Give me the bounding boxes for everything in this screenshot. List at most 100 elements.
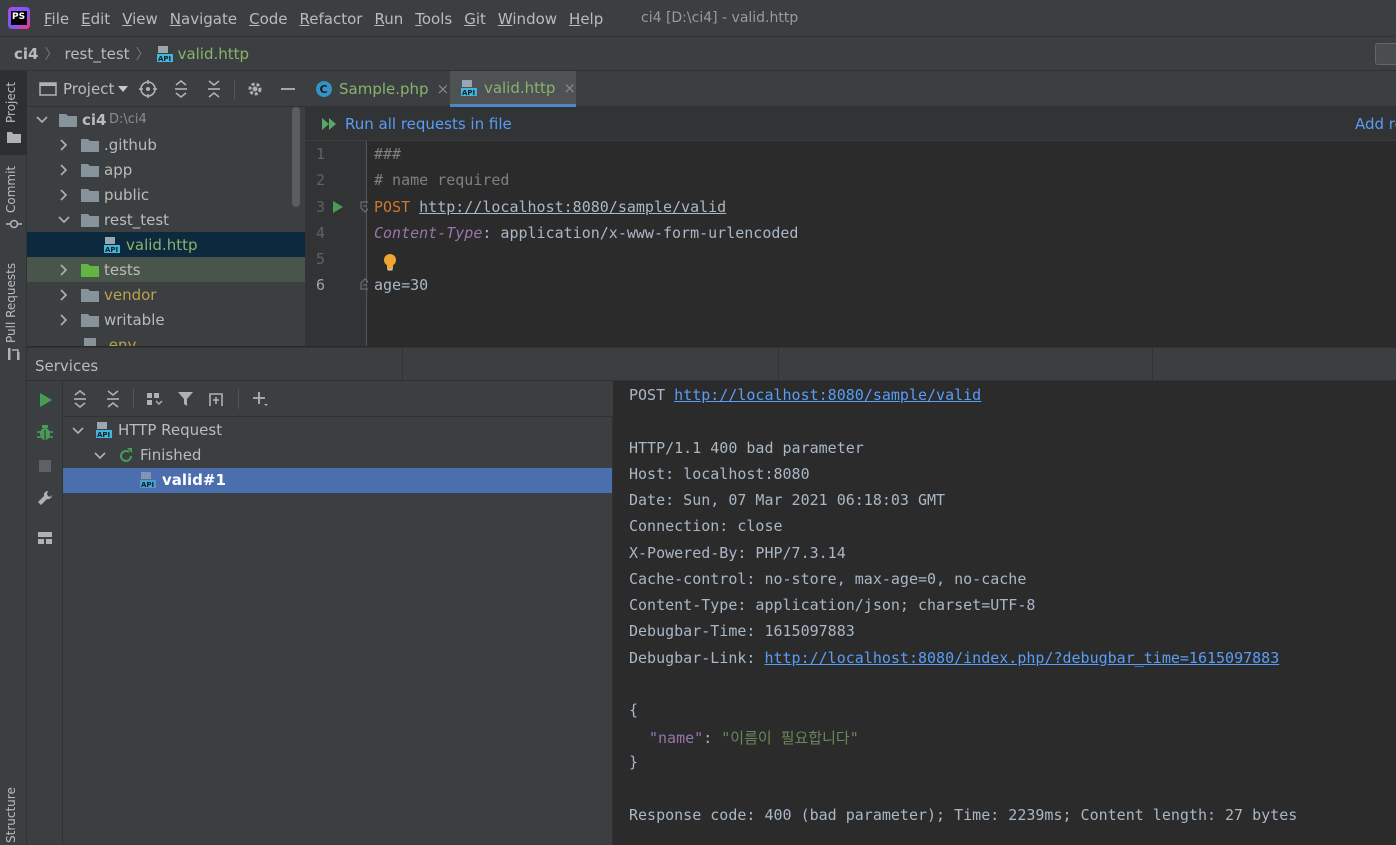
menu-edit[interactable]: Edit [81,10,110,28]
tree-label: valid#1 [162,471,226,489]
chevron-right-icon[interactable] [58,289,70,301]
chevron-down-icon[interactable] [94,450,106,462]
close-icon[interactable]: × [437,80,450,98]
header-divider [778,348,779,382]
tree-item-selected[interactable]: API valid.http [27,232,305,257]
services-node-finished[interactable]: Finished [63,443,612,468]
stop-icon[interactable] [36,457,54,475]
run-icon[interactable] [36,391,54,409]
chevron-down-icon[interactable] [36,114,48,126]
request-url-link[interactable]: http://localhost:8080/sample/valid [674,386,981,404]
http-method: POST [374,198,411,216]
menu-help[interactable]: Help [569,10,603,28]
code-line: Content-Type: application/x-www-form-url… [374,224,798,242]
run-all-icon [322,118,336,130]
group-by-icon[interactable] [145,390,163,408]
breadcrumb-project[interactable]: ci4 [14,45,38,63]
tree-item[interactable]: .github [27,132,305,157]
tree-label: rest_test [104,210,170,229]
tree-item-root[interactable]: ci4 D:\ci4 [27,107,305,132]
expand-all-icon[interactable] [71,390,89,408]
folder-icon [81,164,99,177]
chevron-down-icon[interactable] [72,425,84,437]
tree-item[interactable]: app [27,157,305,182]
response-header: Debugbar-Link: http://localhost:8080/ind… [629,649,1279,667]
run-all-requests-button[interactable]: Run all requests in file [321,107,512,141]
run-request-icon[interactable] [332,200,344,214]
tool-tab-commit[interactable]: Commit [0,163,27,233]
tree-scrollbar[interactable] [292,107,300,207]
collapse-all-icon[interactable] [205,80,223,98]
response-viewer[interactable]: POST http://localhost:8080/sample/valid … [614,381,1396,845]
main-menu: File Edit View Navigate Code Refactor Ru… [44,0,615,37]
chevron-down-icon[interactable] [58,214,70,226]
locate-file-icon[interactable] [139,80,157,98]
chevron-right-icon[interactable] [58,139,70,151]
tab-valid-http[interactable]: API valid.http × [450,71,576,107]
tree-item[interactable]: vendor [27,282,305,307]
line-number: 3 [315,198,325,216]
tree-item[interactable]: writable [27,307,305,332]
chevron-right-icon[interactable] [58,164,70,176]
tree-label: writable [104,310,165,329]
chevron-right-icon[interactable] [58,314,70,326]
tree-item[interactable]: public [27,182,305,207]
wrench-icon[interactable] [36,489,54,507]
menu-tools[interactable]: Tools [415,10,452,28]
tree-label: app [104,160,133,179]
folder-icon [59,114,77,127]
tool-tab-structure[interactable]: Structure [0,771,27,845]
tree-item[interactable]: tests [27,257,305,282]
tool-tab-pull-requests[interactable]: Pull Requests [0,251,27,361]
request-url[interactable]: http://localhost:8080/sample/valid [419,198,726,216]
expand-all-icon[interactable] [172,80,190,98]
tool-tab-pull-requests-label: Pull Requests [4,262,18,343]
json-value: "이름이 필요합니다" [721,729,859,747]
menu-run[interactable]: Run [374,10,403,28]
services-node-valid-1[interactable]: API valid#1 [63,468,612,493]
tab-sample-php[interactable]: C Sample.php × [315,71,449,107]
http-file-icon: API [156,45,174,63]
json-colon: : [703,729,722,747]
tool-tab-project-label: Project [4,81,18,123]
pull-request-icon [8,348,20,360]
menu-window[interactable]: Window [498,10,557,28]
menu-code[interactable]: Code [249,10,287,28]
project-view-selector[interactable]: Project [39,80,129,98]
request-method: POST [629,386,666,404]
phpstorm-widget-icon[interactable] [1375,43,1396,65]
collapse-all-icon[interactable] [104,390,122,408]
add-service-icon[interactable] [251,390,269,408]
hide-panel-icon[interactable] [279,80,297,98]
rerun-icon [120,448,132,462]
breadcrumb-folder[interactable]: rest_test [64,45,129,63]
close-icon[interactable]: × [563,79,576,97]
new-tab-icon[interactable] [208,390,226,408]
code-editor[interactable]: ### # name required POST http://localhos… [368,141,1396,346]
layout-icon[interactable] [36,529,54,547]
breadcrumb-file[interactable]: valid.http [178,45,249,63]
tree-item[interactable]: rest_test [27,207,305,232]
menu-view[interactable]: View [122,10,158,28]
menu-file[interactable]: File [44,10,69,28]
folder-icon [81,314,99,327]
services-node-http-request[interactable]: API HTTP Request [63,418,612,443]
debug-icon[interactable] [36,424,54,442]
navigation-bar: ci4 〉 rest_test 〉 API valid.http [0,37,1396,71]
filter-icon[interactable] [177,390,195,408]
lightbulb-icon[interactable] [383,253,397,271]
add-request-button[interactable]: Add re [1355,107,1396,141]
gear-icon[interactable] [246,80,264,98]
chevron-right-icon[interactable] [58,189,70,201]
chevron-right-icon[interactable] [58,264,70,276]
tree-item[interactable]: .env [27,332,305,346]
menu-git[interactable]: Git [464,10,486,28]
tool-tab-project[interactable]: Project [0,71,27,155]
phpstorm-logo-icon[interactable]: PS [8,7,30,29]
code-line: age=30 [374,276,429,294]
menu-refactor[interactable]: Refactor [300,10,363,28]
tool-tab-commit-label: Commit [4,165,18,213]
menu-navigate[interactable]: Navigate [170,10,237,28]
tab-label: valid.http [483,78,556,97]
debug-link-url[interactable]: http://localhost:8080/index.php/?debugba… [764,649,1279,667]
